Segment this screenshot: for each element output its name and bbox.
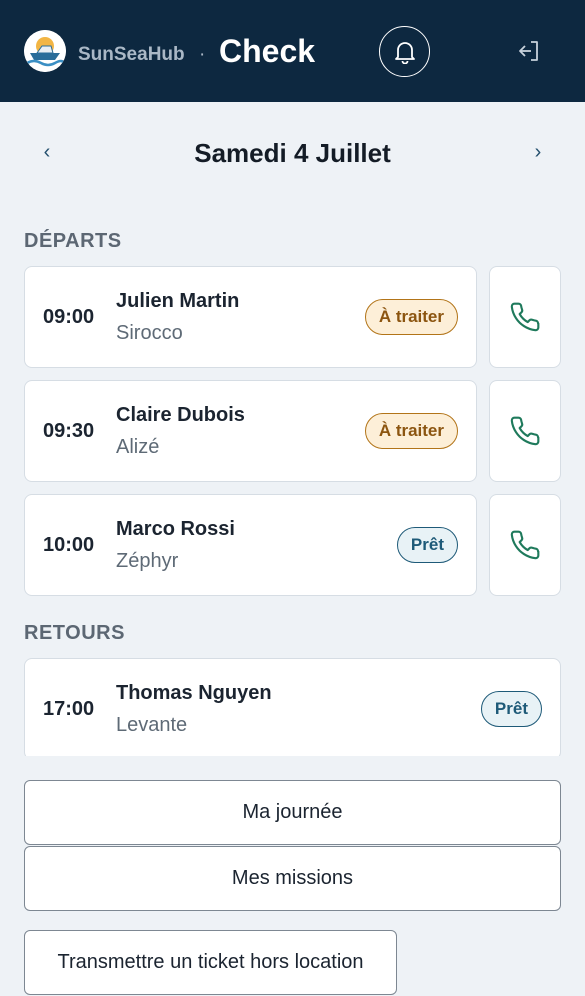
bell-icon (394, 41, 415, 64)
departure-card[interactable]: 10:00 Marco Rossi Zéphyr Prêt (24, 494, 477, 596)
ticket-button[interactable]: Transmettre un ticket hors location (24, 930, 397, 995)
date-title: Samedi 4 Juillet (194, 138, 391, 168)
next-day-button[interactable]: › (526, 141, 550, 164)
app-title: Check (219, 33, 316, 69)
departure-card[interactable]: 09:00 Julien Martin Sirocco À traiter (24, 266, 477, 368)
boat-name: Zéphyr (116, 550, 179, 572)
title-separator: · (199, 44, 206, 65)
brand-name: SunSeaHub (78, 44, 185, 65)
customer-name: Marco Rossi (116, 518, 235, 540)
logout-button[interactable] (513, 36, 545, 66)
phone-icon (510, 302, 540, 332)
departure-time: 09:00 (43, 306, 95, 328)
departure-card[interactable]: 09:30 Claire Dubois Alizé À traiter (24, 380, 477, 482)
my-missions-button[interactable]: Mes missions (24, 846, 561, 911)
my-day-button[interactable]: Ma journée (24, 780, 561, 845)
boat-name: Sirocco (116, 322, 183, 344)
return-card[interactable]: 17:00 Thomas Nguyen Levante Prêt (24, 658, 561, 760)
list-scroll-cutoff (0, 756, 585, 772)
call-button[interactable] (489, 380, 561, 482)
app-header: SunSeaHub · Check (0, 0, 585, 102)
status-badge: À traiter (364, 299, 458, 335)
boat-name: Levante (116, 714, 188, 736)
status-badge: Prêt (480, 691, 542, 727)
customer-name: Claire Dubois (116, 404, 245, 426)
status-badge: Prêt (396, 527, 458, 563)
notifications-button[interactable] (379, 26, 430, 77)
departures-title: DÉPARTS (24, 230, 122, 252)
logout-icon (519, 41, 538, 61)
departure-time: 09:30 (43, 420, 95, 442)
customer-name: Thomas Nguyen (116, 682, 272, 704)
call-button[interactable] (489, 266, 561, 368)
return-time: 17:00 (43, 698, 95, 720)
boat-name: Alizé (116, 436, 160, 458)
customer-name: Julien Martin (116, 290, 240, 312)
status-badge: À traiter (364, 413, 458, 449)
brand-logo (24, 30, 66, 72)
boat-sun-logo-icon (24, 30, 66, 72)
call-button[interactable] (489, 494, 561, 596)
phone-icon (510, 416, 540, 446)
phone-icon (510, 530, 540, 560)
departure-time: 10:00 (43, 534, 95, 556)
returns-title: RETOURS (24, 622, 125, 644)
